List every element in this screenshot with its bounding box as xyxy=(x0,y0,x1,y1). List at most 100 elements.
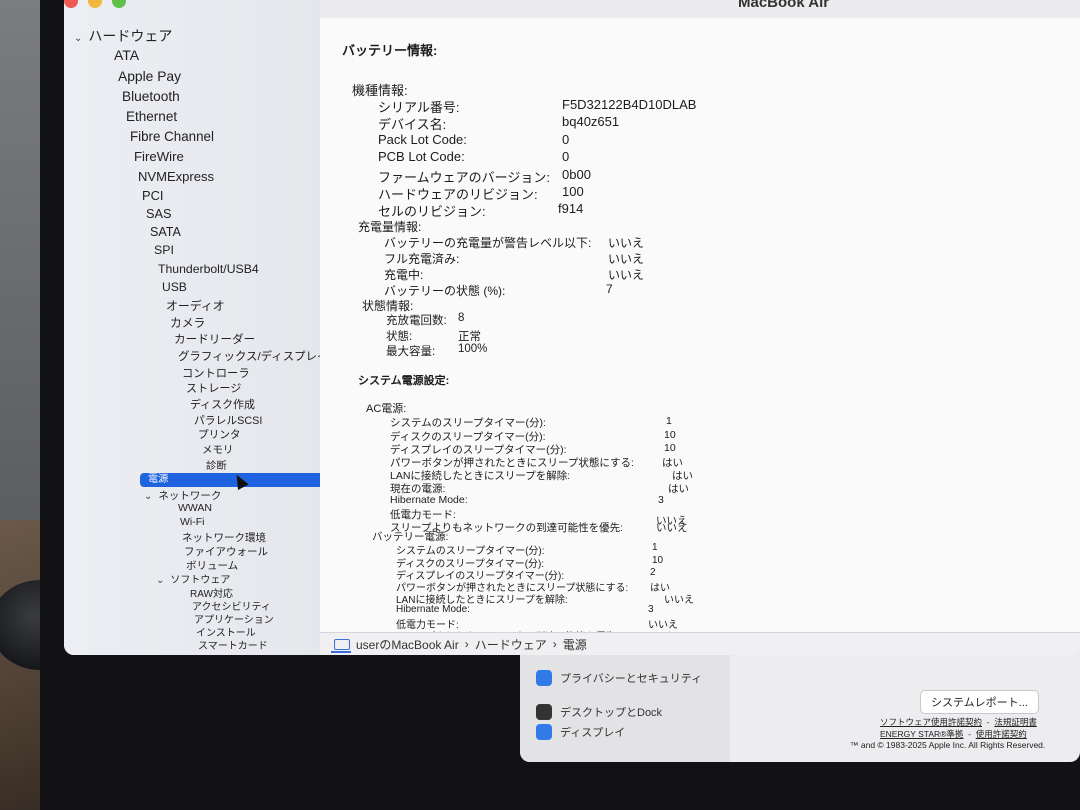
sidebar-item-2[interactable]: Bluetooth xyxy=(122,89,180,104)
sidebar-item-15[interactable]: カードリーダー xyxy=(174,331,255,347)
sidebar-item-label: SPI xyxy=(154,243,174,257)
regulatory-link[interactable]: 法規証明書 xyxy=(994,717,1037,727)
sidebar-item-label: PCI xyxy=(142,188,164,203)
sidebar-network-item-0[interactable]: WWAN xyxy=(178,502,212,514)
sidebar-item-label: ディスク作成 xyxy=(190,399,255,411)
zoom-icon[interactable] xyxy=(112,0,126,8)
sidebar-network-item-2[interactable]: ネットワーク環境 xyxy=(182,530,266,545)
settings-sidebar: プライバシーとセキュリティ デスクトップとDock ディスプレイ xyxy=(520,640,730,762)
sidebar-item-20[interactable]: パラレルSCSI xyxy=(194,412,262,428)
path-bar: userのMacBook Air › ハードウェア › 電源 xyxy=(320,632,1080,655)
settings-item-privacy[interactable]: プライバシーとセキュリティ xyxy=(536,670,702,686)
info-value: 10 xyxy=(664,429,676,441)
copyright-text: ™ and © 1983-2025 Apple Inc. All Rights … xyxy=(850,740,1046,750)
info-value: bq40z651 xyxy=(562,114,620,129)
window-title: MacBook Air xyxy=(738,0,830,11)
sidebar-item-17[interactable]: コントローラ xyxy=(182,365,250,381)
sidebar-item-22[interactable]: メモリ xyxy=(202,442,233,457)
sidebar-item-label: NVMExpress xyxy=(138,169,215,184)
sidebar-item-label: WWAN xyxy=(178,502,213,514)
sidebar-item-label: ハードウェア xyxy=(88,28,173,44)
sidebar-item-8[interactable]: SAS xyxy=(146,206,171,221)
sidebar-item-5[interactable]: FireWire xyxy=(134,149,184,164)
sidebar-item-12[interactable]: USB xyxy=(162,280,187,294)
sidebar-item-label: ネットワーク環境 xyxy=(182,532,266,544)
disclosure-chevron-icon[interactable]: ⌄ xyxy=(144,491,152,502)
close-icon[interactable] xyxy=(64,0,78,8)
sidebar-group-software[interactable]: ⌄ ソフトウェア xyxy=(156,571,230,586)
info-value: いいえ xyxy=(656,522,688,534)
sidebar-group-hardware[interactable]: ⌄ ハードウェア xyxy=(74,26,172,46)
info-label: 充電中: xyxy=(384,268,424,282)
info-value: 8 xyxy=(458,312,465,324)
sidebar-group-network[interactable]: ⌄ ネットワーク xyxy=(144,488,221,503)
laptop-icon xyxy=(331,638,351,653)
info-label: デバイス名: xyxy=(378,117,447,132)
sidebar-item-label: プリンタ xyxy=(198,429,241,441)
sidebar-item-label: Thunderbolt/USB4 xyxy=(158,262,259,276)
sidebar-item-4[interactable]: Fibre Channel xyxy=(130,129,214,144)
sidebar-item-label: グラフィックス/ディスプレイ xyxy=(178,351,329,363)
sidebar-software-item-4[interactable]: スマートカード xyxy=(198,637,268,652)
settings-item-display[interactable]: ディスプレイ xyxy=(536,724,625,740)
sidebar-item-10[interactable]: SPI xyxy=(154,243,174,257)
sidebar-item-label: ネットワーク xyxy=(158,490,222,502)
path-section[interactable]: ハードウェア xyxy=(475,636,547,653)
sidebar-item-label: コントローラ xyxy=(182,368,250,380)
sidebar-item-3[interactable]: Ethernet xyxy=(126,109,177,124)
sidebar-item-label: ファイアウォール xyxy=(184,546,268,558)
info-value: いいえ xyxy=(664,595,694,606)
info-value: いいえ xyxy=(608,268,645,282)
settings-item-desktop-dock[interactable]: デスクトップとDock xyxy=(536,704,662,720)
info-value: 2 xyxy=(650,567,656,578)
sidebar-network-item-1[interactable]: Wi-Fi xyxy=(180,516,205,528)
sidebar-item-13[interactable]: オーディオ xyxy=(166,297,225,314)
sidebar-item-11[interactable]: Thunderbolt/USB4 xyxy=(158,262,259,276)
section-heading: システム電源設定: xyxy=(358,375,450,387)
sidebar-item-16[interactable]: グラフィックス/ディスプレイ xyxy=(178,348,329,364)
sidebar-item-label: ATA xyxy=(114,47,140,63)
info-value: 正常 xyxy=(458,331,481,343)
sidebar-item-6[interactable]: NVMExpress xyxy=(138,169,214,184)
minimize-icon[interactable] xyxy=(88,0,102,8)
dock-icon xyxy=(536,704,552,720)
info-value: 3 xyxy=(658,494,664,506)
sidebar-item-label: 診断 xyxy=(206,461,227,472)
info-label: システムのスリープタイマー(分): xyxy=(390,417,546,429)
eula-link[interactable]: 使用許諾契約 xyxy=(976,729,1027,739)
sidebar-item-14[interactable]: カメラ xyxy=(170,314,205,331)
sidebar-item-23[interactable]: 診断 xyxy=(206,457,227,472)
sidebar-item-18[interactable]: ストレージ xyxy=(186,380,241,396)
path-item[interactable]: 電源 xyxy=(563,636,587,653)
license-link[interactable]: ソフトウェア使用許諾契約 xyxy=(880,717,982,727)
sidebar-item-label: Apple Pay xyxy=(118,68,182,84)
info-label: Hibernate Mode: xyxy=(396,604,470,615)
sidebar-network-item-3[interactable]: ファイアウォール xyxy=(184,544,268,559)
info-value: 0 xyxy=(562,149,570,164)
info-value: 100 xyxy=(562,184,584,199)
sidebar-item-label: オーディオ xyxy=(166,299,225,313)
info-label: 充放電回数: xyxy=(386,315,447,327)
info-value: f914 xyxy=(558,201,584,216)
sun-icon xyxy=(536,724,552,740)
disclosure-chevron-icon[interactable]: ⌄ xyxy=(74,33,82,44)
sidebar-item-label: メモリ xyxy=(202,445,234,456)
energy-star-link[interactable]: ENERGY STAR®準拠 xyxy=(880,729,963,739)
sidebar-item-1[interactable]: Apple Pay xyxy=(118,68,181,84)
sidebar-item-label: FireWire xyxy=(134,149,184,164)
sidebar-item-label: SATA xyxy=(150,225,181,239)
sidebar-item-19[interactable]: ディスク作成 xyxy=(190,396,255,412)
sidebar-item-21[interactable]: プリンタ xyxy=(198,427,241,442)
system-report-button[interactable]: システムレポート... xyxy=(920,690,1039,714)
path-user[interactable]: userのMacBook Air xyxy=(356,636,459,653)
sidebar-item-label: ストレージ xyxy=(186,383,242,395)
sidebar-item-label: カメラ xyxy=(170,317,206,330)
sidebar-item-7[interactable]: PCI xyxy=(142,188,163,203)
disclosure-chevron-icon[interactable]: ⌄ xyxy=(156,575,164,586)
info-value: 0b00 xyxy=(562,167,591,182)
sidebar-item-0[interactable]: ATA xyxy=(114,47,139,63)
sidebar-item-label: Wi-Fi xyxy=(180,516,205,528)
sidebar-item-9[interactable]: SATA xyxy=(150,225,181,239)
detail-pane: バッテリー情報: 機種情報: シリアル番号: F5D32122B4D10DLAB デバイ… xyxy=(320,18,1080,643)
group-heading: AC電源: xyxy=(366,403,407,415)
